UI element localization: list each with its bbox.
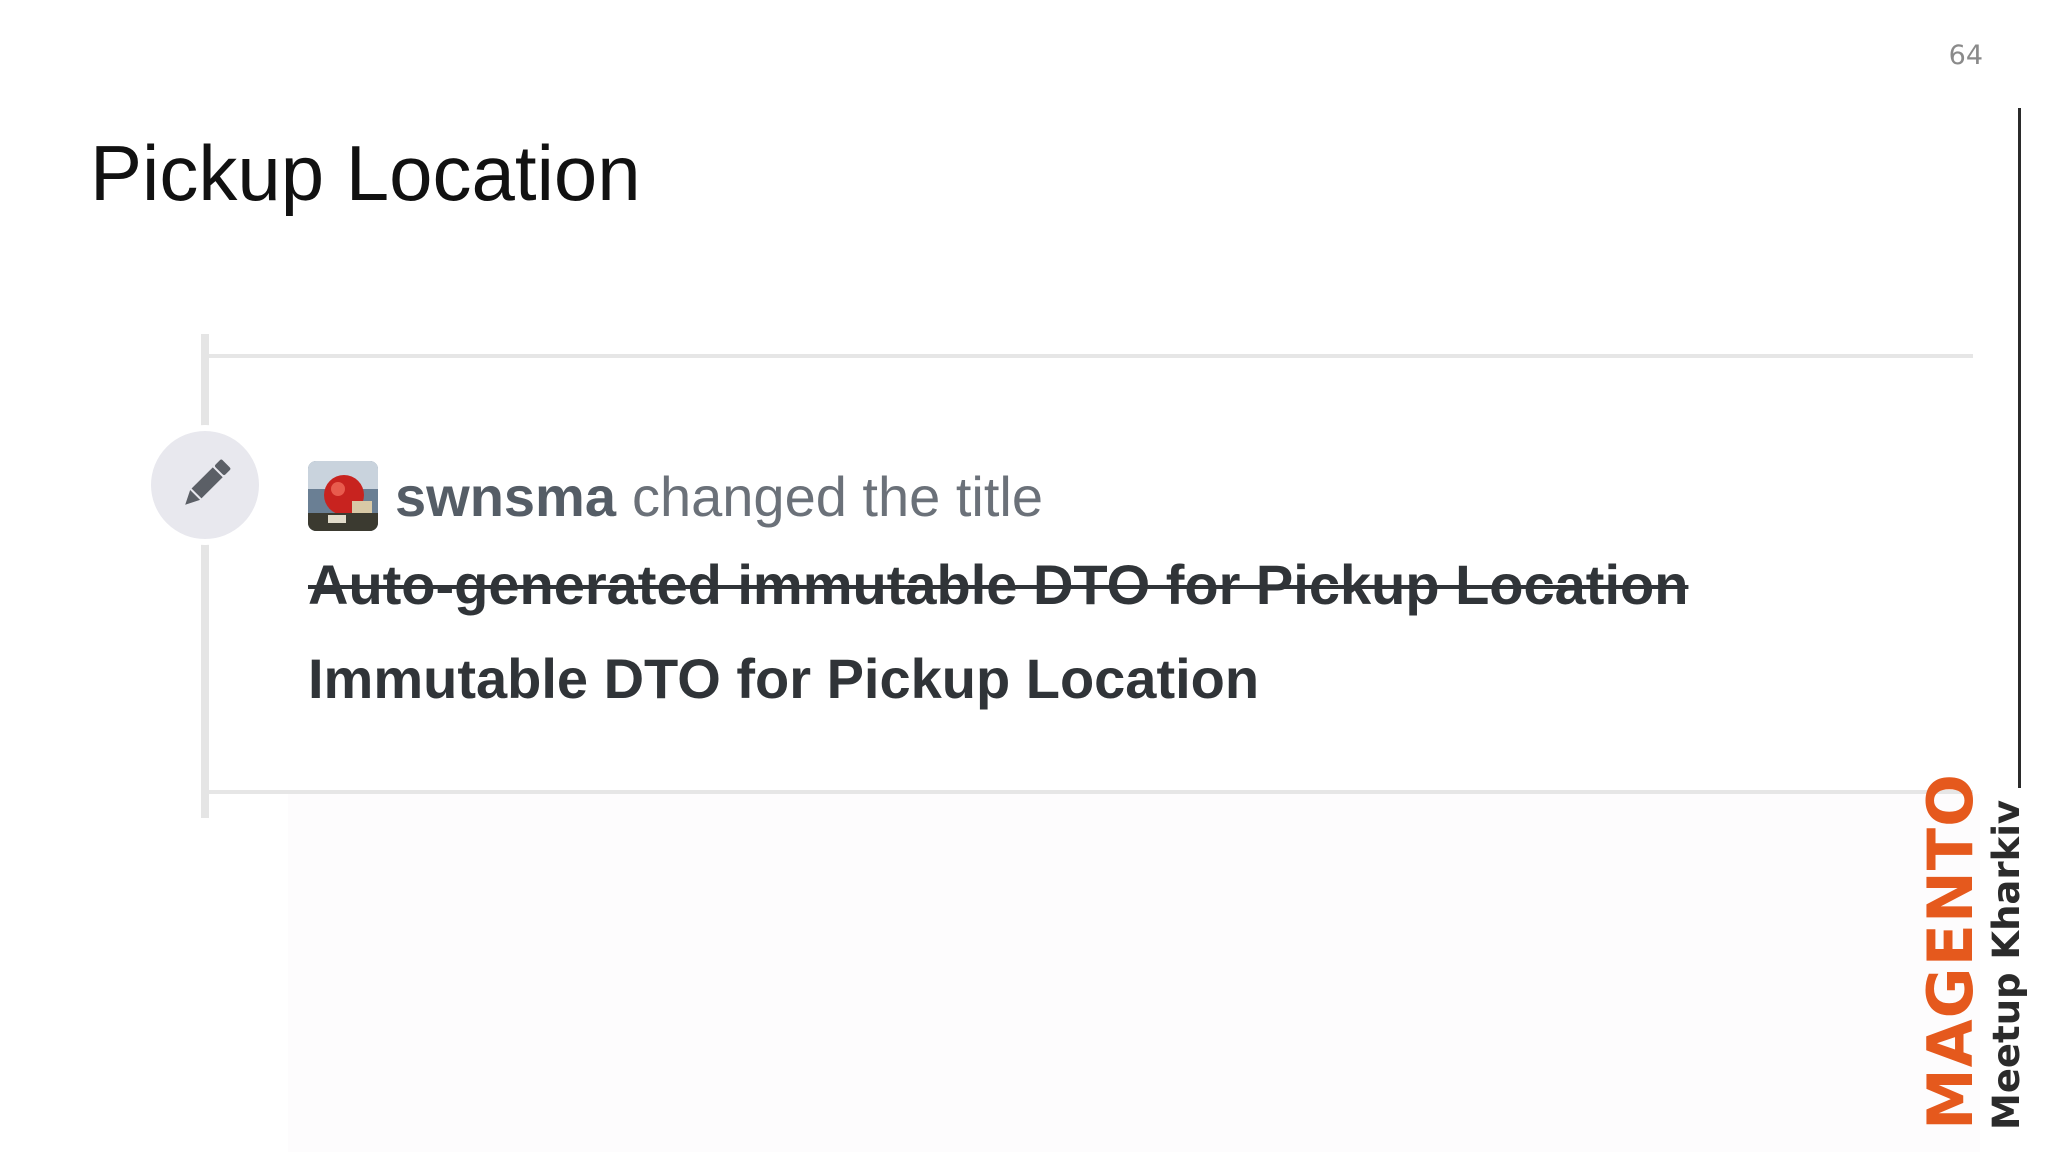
- screenshot-background: [288, 794, 1980, 1152]
- old-title: Auto-generated immutable DTO for Pickup …: [308, 553, 1689, 616]
- bottom-divider: [209, 790, 1973, 794]
- event-badge: [145, 425, 265, 545]
- brand-logo: MAGENTO Meetup Kharkiv: [1914, 773, 2030, 1130]
- timeline-bar: [201, 334, 209, 818]
- event-action-text: changed the title: [632, 464, 1043, 528]
- pencil-icon: [185, 459, 231, 505]
- timeline-event-screenshot: swnsma changed the title Auto-generated …: [140, 330, 1980, 1152]
- slide-title: Pickup Location: [90, 129, 641, 217]
- top-divider: [209, 354, 1973, 358]
- slide: 64 Pickup Location swnsma changed the ti…: [0, 0, 2048, 1152]
- page-number: 64: [1948, 40, 1983, 71]
- event-header: swnsma changed the title: [308, 460, 1043, 532]
- brand-name: MAGENTO: [1914, 773, 1987, 1130]
- author-link[interactable]: swnsma: [395, 464, 616, 529]
- avatar[interactable]: [308, 461, 378, 531]
- brand-subtitle: Meetup Kharkiv: [1985, 799, 2028, 1130]
- new-title: Immutable DTO for Pickup Location: [308, 647, 1260, 710]
- vertical-divider: [2018, 108, 2021, 788]
